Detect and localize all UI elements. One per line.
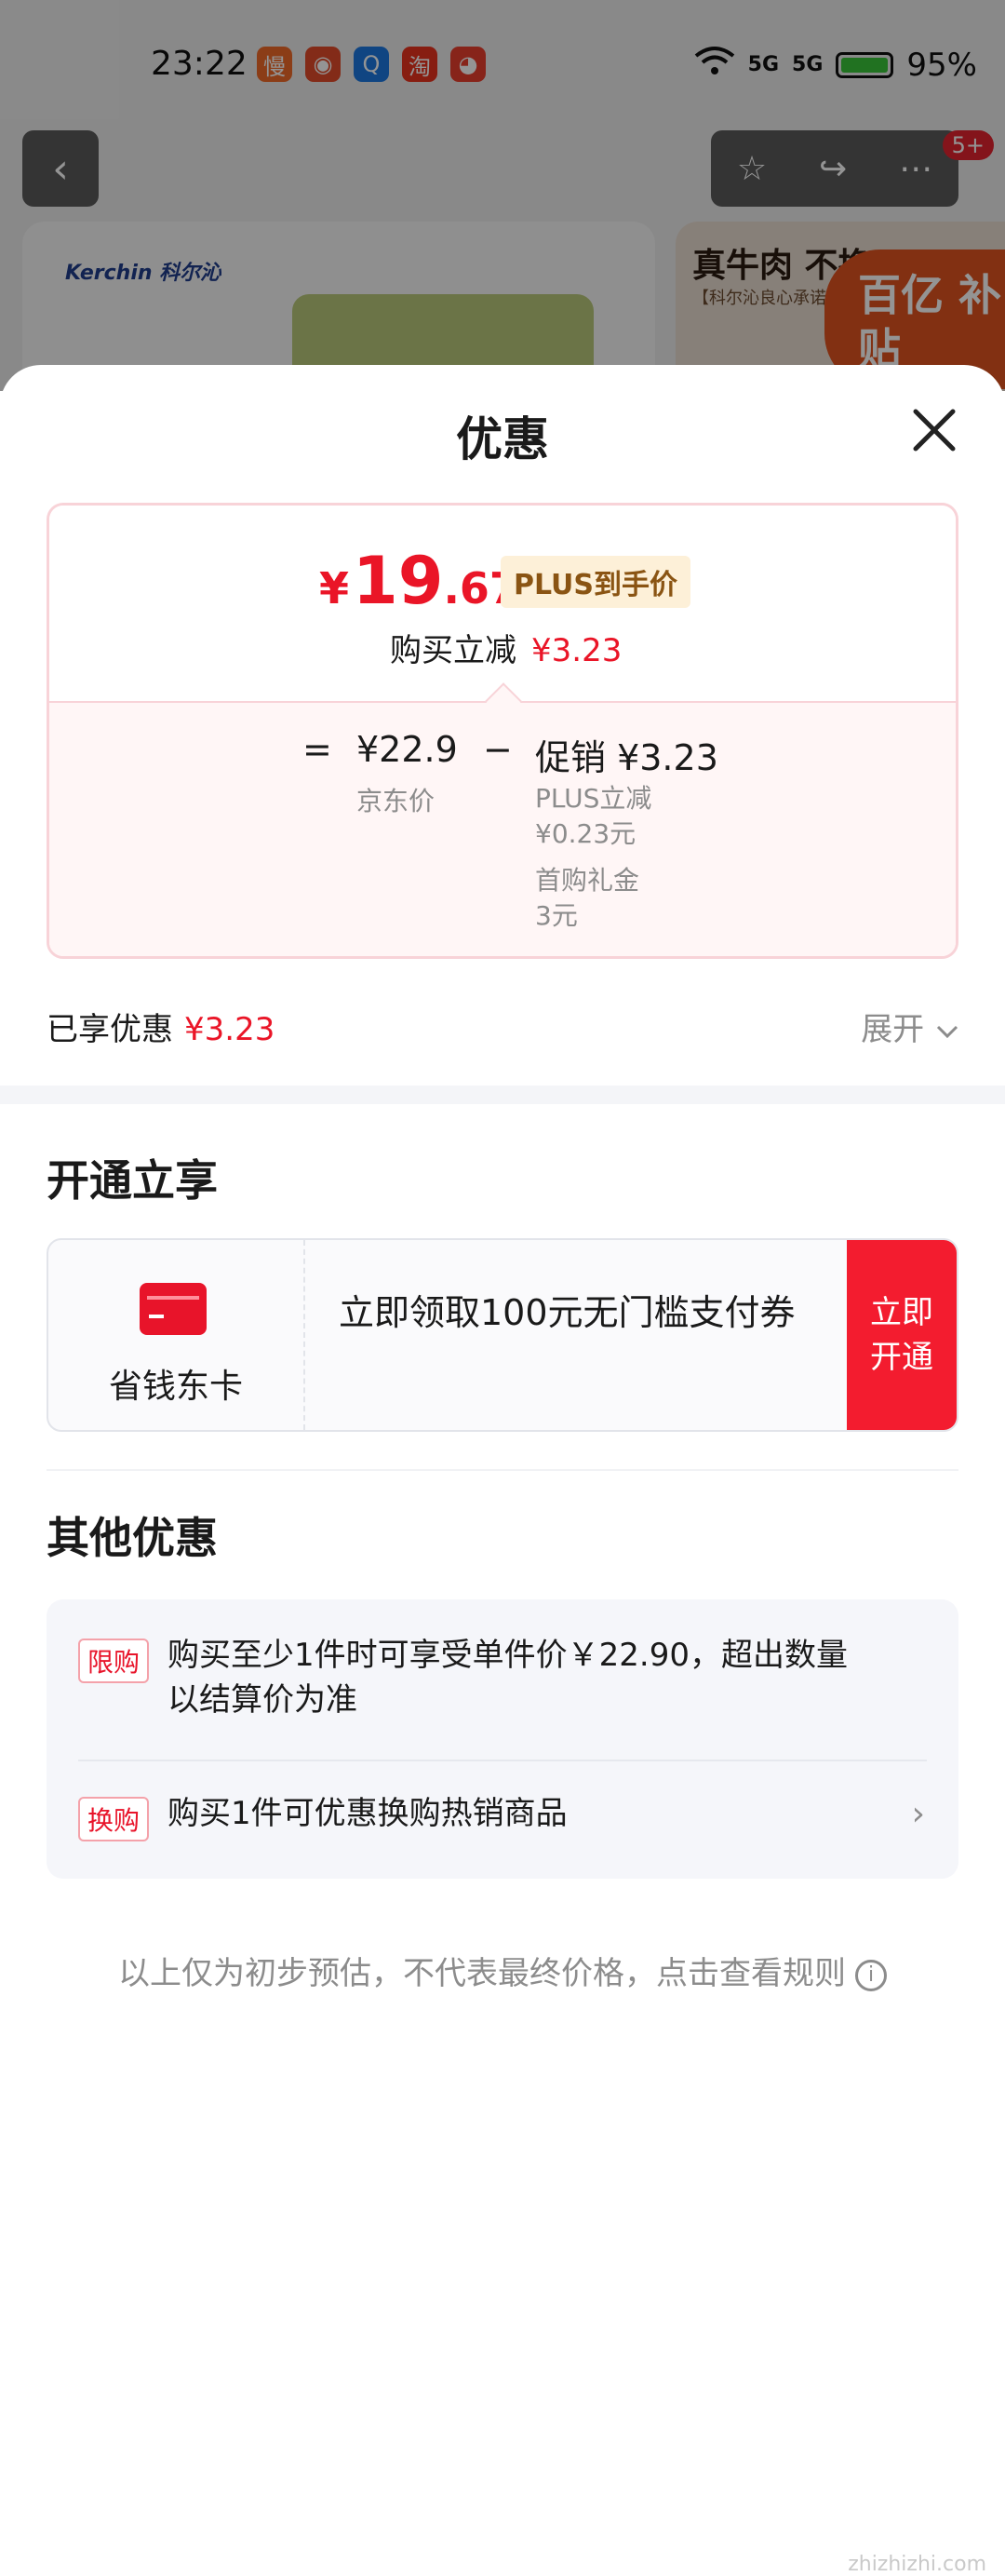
card-description: 立即领取100元无门槛支付券 bbox=[339, 1292, 796, 1333]
chevron-right-icon: › bbox=[911, 1795, 925, 1833]
minus-sign: − bbox=[483, 729, 513, 770]
instant-discount-label: 购买立减 bbox=[390, 632, 516, 669]
jd-price: ¥22.9 bbox=[356, 729, 458, 770]
section-separator bbox=[0, 1086, 1005, 1104]
promo-gift-amount: 3元 bbox=[535, 900, 578, 931]
promo-plus-label: PLUS立减 bbox=[535, 783, 652, 814]
info-icon[interactable]: i bbox=[855, 1959, 887, 1991]
final-price-integer: 19 bbox=[353, 543, 444, 619]
open-now-label: 立即开通 bbox=[870, 1294, 933, 1376]
close-button[interactable] bbox=[906, 402, 962, 458]
disclaimer-text: 以上仅为初步预估，不代表最终价格，点击查看规则 bbox=[118, 1955, 846, 1992]
instant-discount-amount: ¥3.23 bbox=[531, 632, 623, 669]
other-section-title: 其他优惠 bbox=[47, 1513, 218, 1563]
final-price: ¥ 19 .67 bbox=[319, 543, 519, 619]
list-divider bbox=[78, 1760, 927, 1761]
card-icon bbox=[140, 1283, 207, 1335]
card-info: 省钱东卡 bbox=[48, 1240, 305, 1430]
promo-total: 促销 ¥3.23 bbox=[535, 737, 718, 778]
expand-label: 展开 bbox=[861, 1011, 925, 1048]
jd-price-label: 京东价 bbox=[356, 786, 436, 816]
background-page: 23:22 慢 ◉ Q 淘 ◕ 5G 5G 95% ‹ ☆ ↪ ⋯ 5+ Kerchin… bbox=[0, 0, 1005, 391]
exchange-text: 购买1件可优惠换购热销商品 bbox=[168, 1795, 568, 1832]
discount-sheet: 优惠 ¥ 19 .67 PLUS到手价 购买立减 ¥3.23 = ¥22.9 京东… bbox=[0, 365, 1005, 2576]
close-icon bbox=[913, 409, 956, 452]
limit-text: 购买至少1件时可享受单件价￥22.90，超出数量以结算价为准 bbox=[168, 1637, 848, 1719]
open-now-button[interactable]: 立即开通 bbox=[847, 1240, 957, 1430]
promo-plus-amount: ¥0.23元 bbox=[535, 818, 636, 849]
price-breakdown-card: ¥ 19 .67 PLUS到手价 购买立减 ¥3.23 = ¥22.9 京东价 −… bbox=[47, 503, 958, 959]
equals-sign: = bbox=[302, 729, 332, 770]
exchange-tag: 换购 bbox=[78, 1797, 150, 1841]
expand-button[interactable]: 展开 bbox=[861, 1004, 960, 1049]
promo-gift-label: 首购礼金 bbox=[535, 865, 640, 896]
enjoyed-discount: 已享优惠 ¥3.23 bbox=[47, 1004, 275, 1049]
limit-tag: 限购 bbox=[78, 1639, 150, 1683]
watermark: zhizhizhi.com bbox=[848, 2553, 986, 2576]
divider bbox=[47, 1469, 958, 1471]
membership-card-offer[interactable]: 省钱东卡 立即领取100元无门槛支付券 立即开通 bbox=[47, 1238, 958, 1432]
card-name: 省钱东卡 bbox=[108, 1368, 243, 1406]
plus-price-tag: PLUS到手价 bbox=[501, 556, 691, 608]
enjoyed-amount: ¥3.23 bbox=[184, 1011, 275, 1048]
final-price-currency: ¥ bbox=[319, 563, 350, 614]
chevron-down-icon bbox=[936, 1025, 958, 1038]
instant-discount: 购买立减 ¥3.23 bbox=[390, 625, 622, 670]
disclaimer[interactable]: 以上仅为初步预估，不代表最终价格，点击查看规则 i bbox=[0, 1948, 1005, 1993]
enjoyed-label: 已享优惠 bbox=[47, 1011, 173, 1048]
other-offers-list: 限购 购买至少1件时可享受单件价￥22.90，超出数量以结算价为准 换购 购买1… bbox=[47, 1599, 958, 1879]
modal-overlay[interactable] bbox=[0, 0, 1005, 391]
price-formula: = ¥22.9 京东价 − 促销 ¥3.23 PLUS立减 ¥0.23元 首购礼… bbox=[49, 701, 956, 956]
sheet-title: 优惠 bbox=[456, 412, 549, 466]
open-section-title: 开通立享 bbox=[47, 1155, 218, 1206]
